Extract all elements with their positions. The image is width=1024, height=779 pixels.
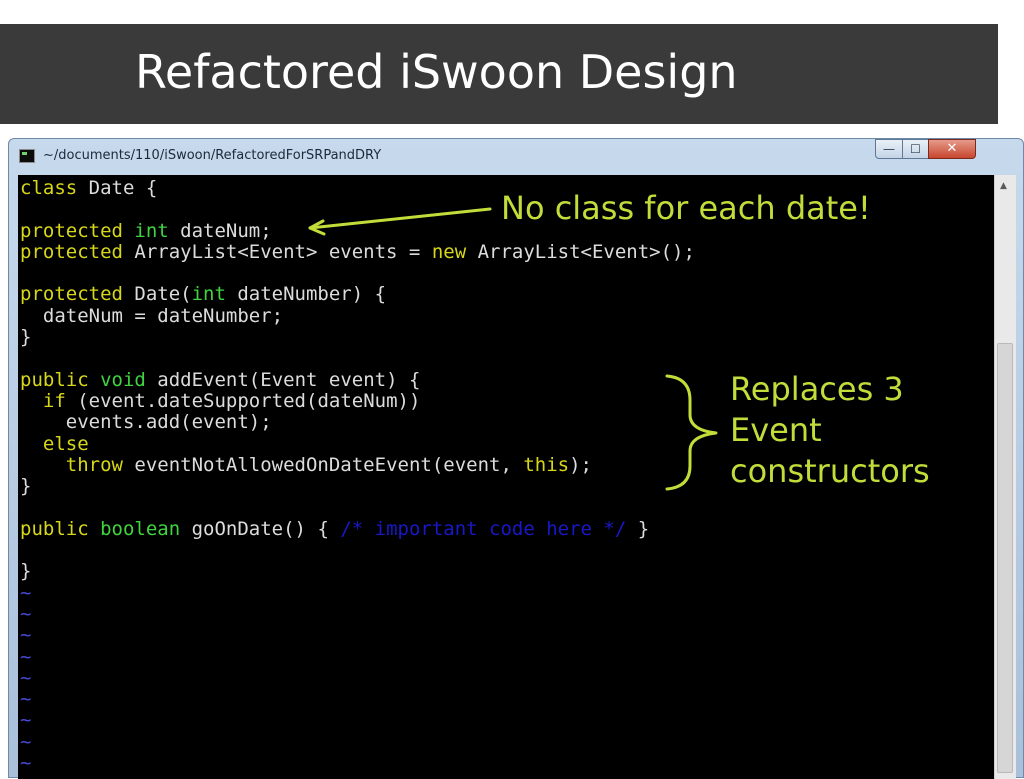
scroll-up-arrow-icon[interactable]: ▲	[1000, 181, 1007, 191]
annotation-line: Replaces 3	[730, 370, 904, 408]
empty-line-marker: ~	[20, 730, 32, 753]
slide-title-bar: Refactored iSwoon Design	[0, 24, 998, 124]
empty-line-marker: ~	[20, 645, 32, 668]
code-line-3: protected int dateNum;	[20, 219, 272, 242]
maximize-button[interactable]: ☐	[902, 139, 929, 159]
code-line-15: }	[20, 475, 32, 498]
empty-line-marker: ~	[20, 709, 32, 732]
empty-line-marker: ~	[20, 581, 32, 604]
code-line-4: protected ArrayList<Event> events = new …	[20, 240, 695, 263]
code-line-8: }	[20, 326, 32, 349]
annotation-line: constructors	[730, 452, 930, 490]
code-line-14: throw eventNotAllowedOnDateEvent(event, …	[65, 453, 592, 476]
slide-title: Refactored iSwoon Design	[135, 45, 738, 99]
annotation-line: Event	[730, 411, 822, 449]
window-title: ~/documents/110/iSwoon/RefactoredForSRPa…	[43, 148, 382, 163]
code-line-17: public boolean goOnDate() { /* important…	[20, 517, 650, 540]
close-icon: ✕	[946, 141, 958, 156]
empty-line-marker: ~	[20, 752, 32, 775]
annotation-replaces-constructors: Replaces 3 Event constructors	[730, 369, 930, 492]
empty-line-marker: ~	[20, 624, 32, 647]
minimize-icon: —	[883, 142, 895, 156]
code-comment: /* important code here */	[340, 517, 627, 540]
annotation-no-class: No class for each date!	[501, 189, 871, 227]
maximize-icon: ☐	[910, 142, 921, 156]
code-listing: class Date { protected int dateNum; prot…	[20, 177, 695, 775]
kw-class: class	[20, 177, 78, 199]
code-line-11: if (event.dateSupported(dateNum))	[42, 389, 421, 412]
code-line-1: class Date {	[20, 177, 158, 199]
vertical-scrollbar[interactable]: ▲	[994, 175, 1016, 779]
code-line-7: dateNum = dateNumber;	[20, 304, 284, 327]
minimize-button[interactable]: —	[875, 139, 903, 159]
scroll-thumb[interactable]	[997, 343, 1013, 773]
empty-line-marker: ~	[20, 602, 32, 625]
code-line-10: public void addEvent(Event event) {	[20, 368, 421, 391]
code-line-6: protected Date(int dateNumber) {	[20, 283, 387, 306]
code-line-12: events.add(event);	[20, 411, 272, 434]
code-line-13: else	[42, 432, 89, 455]
empty-line-marker: ~	[20, 688, 32, 711]
empty-line-marker: ~	[20, 666, 32, 689]
terminal-icon[interactable]	[19, 149, 35, 163]
close-button[interactable]: ✕	[928, 139, 976, 159]
window-titlebar[interactable]: ~/documents/110/iSwoon/RefactoredForSRPa…	[9, 139, 1023, 175]
code-line-19: }	[20, 560, 32, 583]
